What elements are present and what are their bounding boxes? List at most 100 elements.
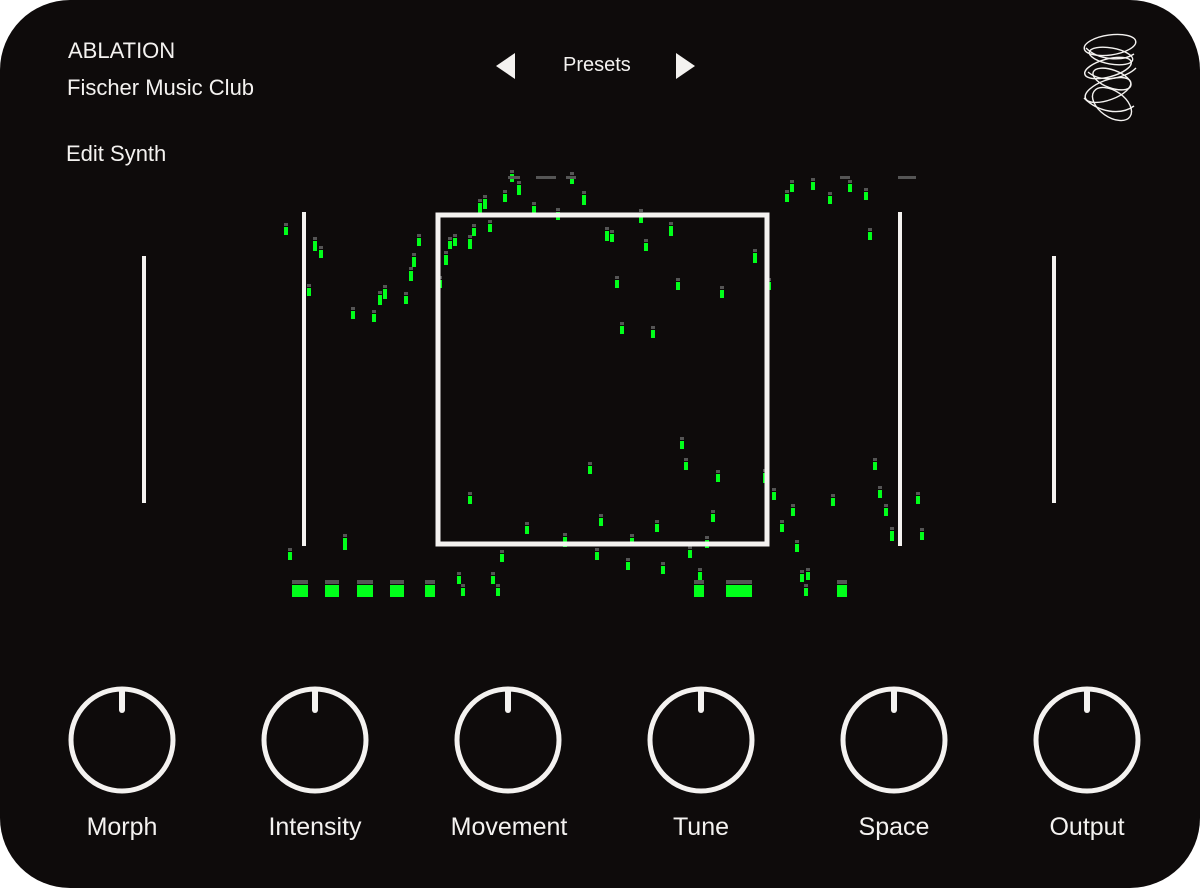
particle [500, 554, 504, 562]
particle-trail [313, 237, 317, 240]
particle-trail [605, 227, 609, 230]
particle [753, 253, 757, 263]
particle-trail [595, 548, 599, 551]
particle-trail [556, 208, 560, 211]
particle [605, 231, 609, 241]
particle-trail [525, 522, 529, 525]
particle-trail [532, 202, 536, 205]
particle [448, 241, 452, 249]
particle [804, 588, 808, 596]
particle [680, 441, 684, 449]
tune-knob[interactable] [647, 686, 755, 794]
particle-block [325, 585, 339, 597]
movement-knob[interactable] [454, 686, 562, 794]
particle [383, 289, 387, 299]
particle-trail [307, 284, 311, 287]
particle-trail [720, 286, 724, 289]
particle [496, 588, 500, 596]
particle-trail [510, 170, 514, 173]
particle [795, 544, 799, 552]
morph-label: Morph [86, 813, 158, 841]
particle-trail [508, 176, 520, 179]
output-label: Output [1049, 813, 1125, 841]
particle-trail [517, 181, 521, 184]
particle-trail [448, 237, 452, 240]
particle [828, 196, 832, 204]
particle-trail [831, 494, 835, 497]
particle [588, 466, 592, 474]
particle-trail [496, 584, 500, 587]
particle-trail [284, 223, 288, 226]
particle-trail [790, 180, 794, 183]
tune-label: Tune [672, 813, 730, 841]
particle-trail [837, 580, 847, 584]
particle-trail [898, 176, 916, 179]
particle-trail [639, 209, 643, 212]
particle-trail [705, 536, 709, 539]
particle [848, 184, 852, 192]
particle-block [726, 585, 752, 597]
particle [378, 295, 382, 305]
particle [478, 203, 482, 213]
particle-block [357, 585, 373, 597]
particle-trail [491, 572, 495, 575]
particle-trail [620, 322, 624, 325]
particle [620, 326, 624, 334]
intensity-knob[interactable] [261, 686, 369, 794]
particle-trail [351, 307, 355, 310]
particle-block [694, 585, 704, 597]
particle [417, 238, 421, 246]
particle-visualizer[interactable] [0, 0, 1200, 888]
space-knob[interactable] [840, 686, 948, 794]
particle [599, 518, 603, 526]
particle [307, 288, 311, 296]
particle-trail [412, 253, 416, 256]
particle [457, 576, 461, 584]
particle-trail [500, 550, 504, 553]
particle-trail [791, 504, 795, 507]
particle-trail [661, 562, 665, 565]
particle-trail [390, 580, 404, 584]
particle-trail [566, 176, 576, 179]
particle [582, 195, 586, 205]
particle-trail [472, 224, 476, 227]
particle-trail [357, 580, 373, 584]
particle-trail [630, 534, 634, 537]
particle [806, 572, 810, 580]
particle-trail [483, 195, 487, 198]
particle-trail [425, 580, 435, 584]
particle-trail [711, 510, 715, 513]
particle-trail [615, 276, 619, 279]
particle-block [425, 585, 435, 597]
particle-trail [626, 558, 630, 561]
particle [688, 550, 692, 558]
particle-trail [417, 234, 421, 237]
particle-trail [811, 178, 815, 181]
particle [313, 241, 317, 251]
particle-trail [676, 278, 680, 281]
particle-trail [868, 228, 872, 231]
particle [517, 185, 521, 195]
morph-knob[interactable] [68, 686, 176, 794]
particle [711, 514, 715, 522]
particle [884, 508, 888, 516]
particle [468, 239, 472, 249]
particle-block [292, 585, 308, 597]
output-knob[interactable] [1033, 686, 1141, 794]
particle [472, 228, 476, 236]
particle-trail [582, 191, 586, 194]
particle-trail [884, 504, 888, 507]
particle-trail [878, 486, 882, 489]
particle-trail [726, 580, 752, 584]
particle-trail [916, 492, 920, 495]
particle [503, 194, 507, 202]
plugin-window: ABLATION Fischer Music Club Edit Synth P… [0, 0, 1200, 888]
particle [720, 290, 724, 298]
particle [525, 526, 529, 534]
particle-block [837, 585, 847, 597]
intensity-label: Intensity [268, 813, 362, 841]
particle [351, 311, 355, 319]
particle-trail [655, 520, 659, 523]
xy-pad-square[interactable] [435, 212, 770, 547]
particle-trail [780, 520, 784, 523]
